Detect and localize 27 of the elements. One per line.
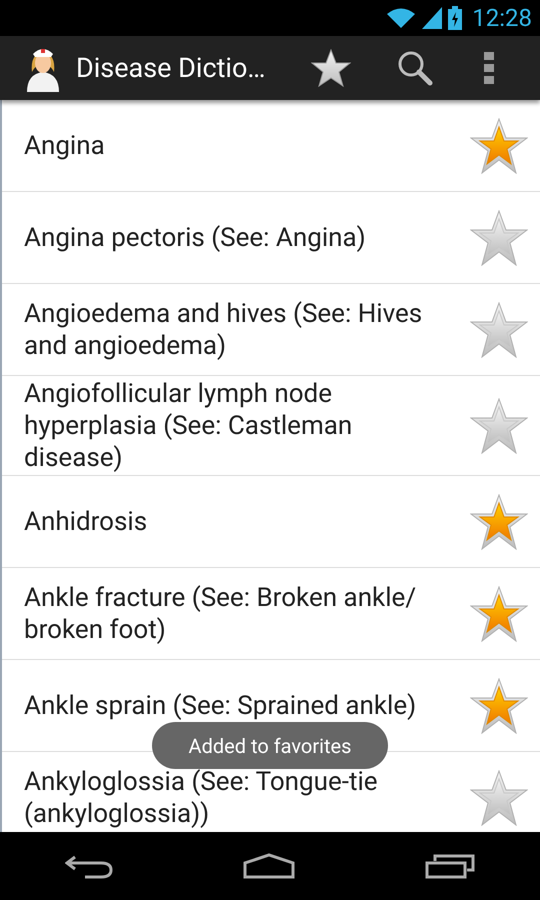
favorite-star-icon[interactable] — [470, 678, 528, 734]
search-icon — [397, 50, 434, 86]
signal-icon — [422, 7, 442, 29]
recent-apps-icon[interactable] — [425, 853, 475, 879]
star-icon — [311, 49, 352, 87]
favorite-star-icon[interactable] — [470, 302, 528, 358]
favorite-star-icon[interactable] — [470, 494, 528, 550]
list-item[interactable]: Angina — [2, 130, 470, 162]
battery-icon — [448, 6, 462, 30]
favorite-star-icon[interactable] — [470, 770, 528, 826]
menu-icon — [484, 52, 494, 84]
wifi-icon — [386, 7, 416, 29]
favorites-toast: Added to favorites — [152, 722, 388, 769]
list-item[interactable]: Ankle sprain (See: Sprained ankle) — [2, 690, 470, 722]
favorite-star-icon[interactable] — [470, 210, 528, 266]
clock-time: 12:28 — [472, 3, 532, 34]
home-icon[interactable] — [243, 853, 295, 879]
list-item[interactable]: Angiofollicular lymph node hyperplasia (See: Castleman disease) — [2, 378, 470, 474]
back-icon[interactable] — [65, 853, 113, 879]
favorite-star-icon[interactable] — [470, 398, 528, 454]
list-item[interactable]: Angioedema and hives (See: Hives and angioedema) — [2, 298, 470, 362]
list-item[interactable]: Ankle fracture (See: Broken ankle/ broken foot) — [2, 582, 470, 646]
favorite-star-icon[interactable] — [470, 118, 528, 174]
app-title: Disease Dictio… — [76, 50, 266, 86]
list-item[interactable]: Anhidrosis — [2, 506, 470, 538]
favorite-star-icon[interactable] — [470, 586, 528, 642]
list-item[interactable]: Angina pectoris (See: Angina) — [2, 222, 470, 254]
